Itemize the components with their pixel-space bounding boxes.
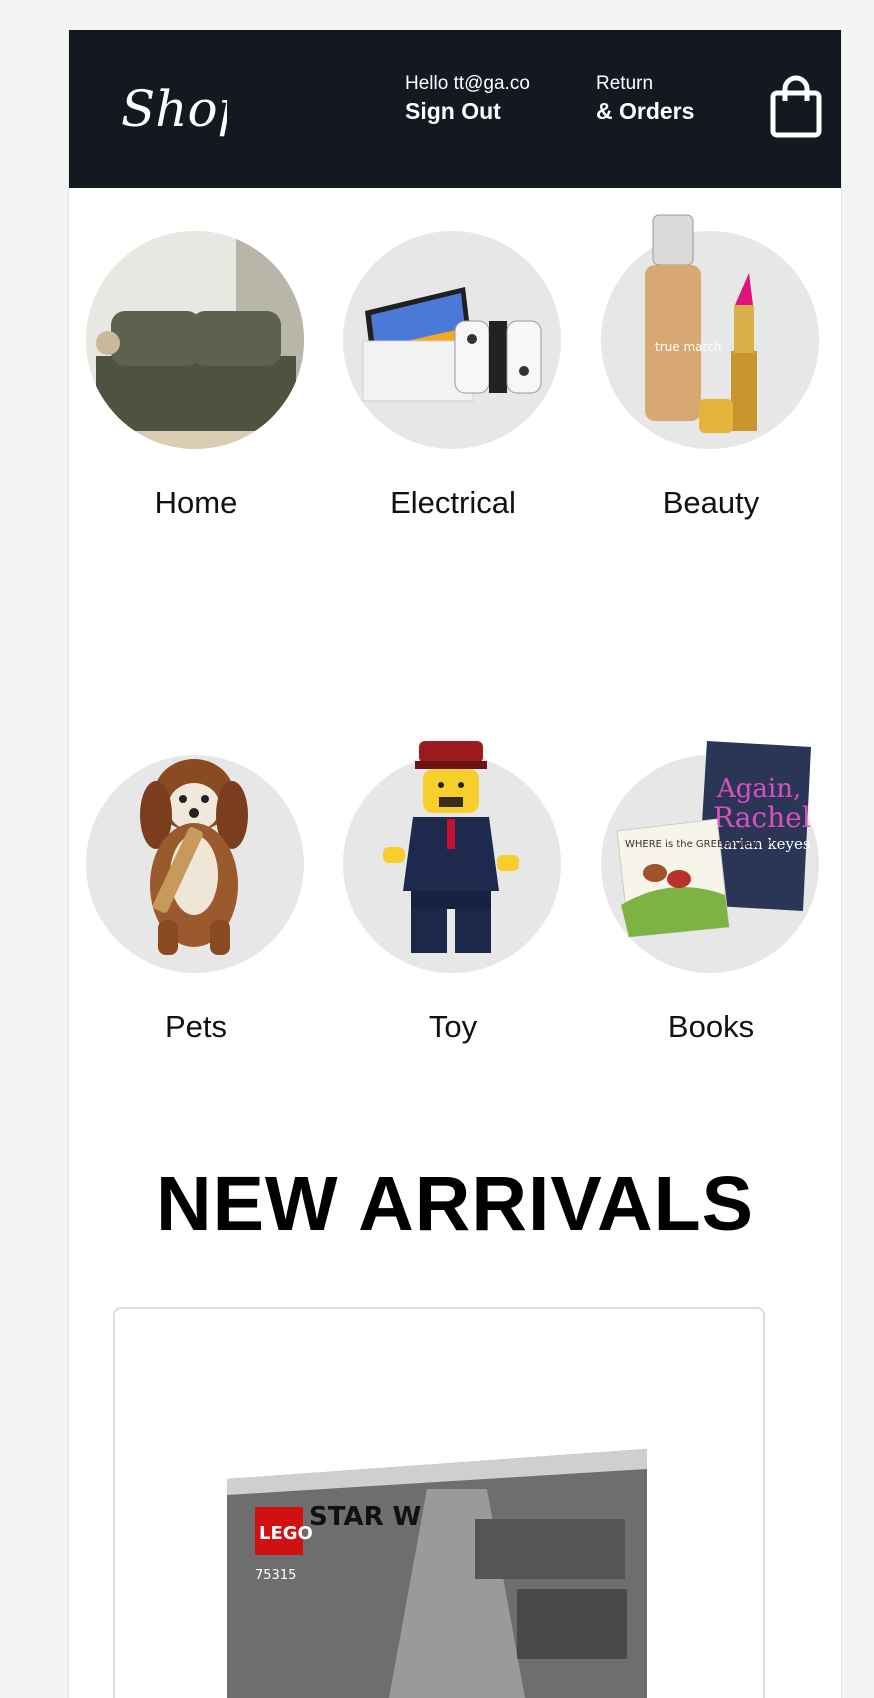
category-toy[interactable]: Toy [343,741,563,1055]
book-title-line1: Again, [716,774,801,804]
cosmetics-icon: true match [645,214,757,433]
category-books[interactable]: Again, Rachel marian keyes WHERE is the … [601,741,821,1055]
bed-icon [86,231,304,449]
dog-icon [140,759,248,955]
category-label: Toy [428,1009,478,1044]
orders-label: & Orders [596,98,695,124]
toy-image [343,741,561,973]
shopping-bag-icon[interactable] [769,75,823,139]
category-home[interactable]: Home [86,231,306,531]
beauty-image: true match [601,214,819,449]
category-pets[interactable]: Pets [86,755,306,1055]
account-greeting: Hello tt@ga.co [405,73,530,94]
books-icon: Again, Rachel marian keyes WHERE is the … [616,741,811,938]
electrical-image [343,231,561,449]
lego-figure-icon [383,741,519,953]
category-beauty[interactable]: true match Beauty [601,214,821,531]
category-label: Home [154,485,238,520]
brand-logo: LEGO [259,1523,313,1544]
set-number: 75315 [255,1568,296,1583]
game-console-icon [362,287,542,402]
book-title-line2: Rachel [713,801,811,834]
top-header: Shop Hello tt@ga.co Sign Out Return & Or… [69,30,841,188]
books-image: Again, Rachel marian keyes WHERE is the … [601,741,819,973]
lego-box-image: LEGO STAR WARS 75315 [227,1449,647,1698]
category-label: Pets [164,1009,228,1044]
category-label: Beauty [662,485,760,520]
svg-text:true match: true match [655,340,721,354]
returns-label: Return [596,73,654,94]
section-title: NEW ARRIVALS [155,1161,755,1247]
category-electrical[interactable]: Electrical [343,231,563,531]
sign-out-link[interactable]: Sign Out [405,96,530,126]
account-menu[interactable]: Hello tt@ga.co Sign Out [405,72,530,126]
shop-logo[interactable]: Shop [117,68,227,148]
category-label: Books [667,1009,755,1044]
kids-book-title: WHERE is the GREEN SHEEP? [625,839,772,850]
app-frame: Shop Hello tt@ga.co Sign Out Return & Or… [68,30,842,1698]
logo-text: Shop [121,80,227,138]
category-label: Electrical [390,485,516,520]
product-card[interactable]: LEGO STAR WARS 75315 [113,1307,765,1698]
pets-image [86,755,304,973]
returns-orders-link[interactable]: Return & Orders [596,72,694,126]
home-image [86,231,304,449]
